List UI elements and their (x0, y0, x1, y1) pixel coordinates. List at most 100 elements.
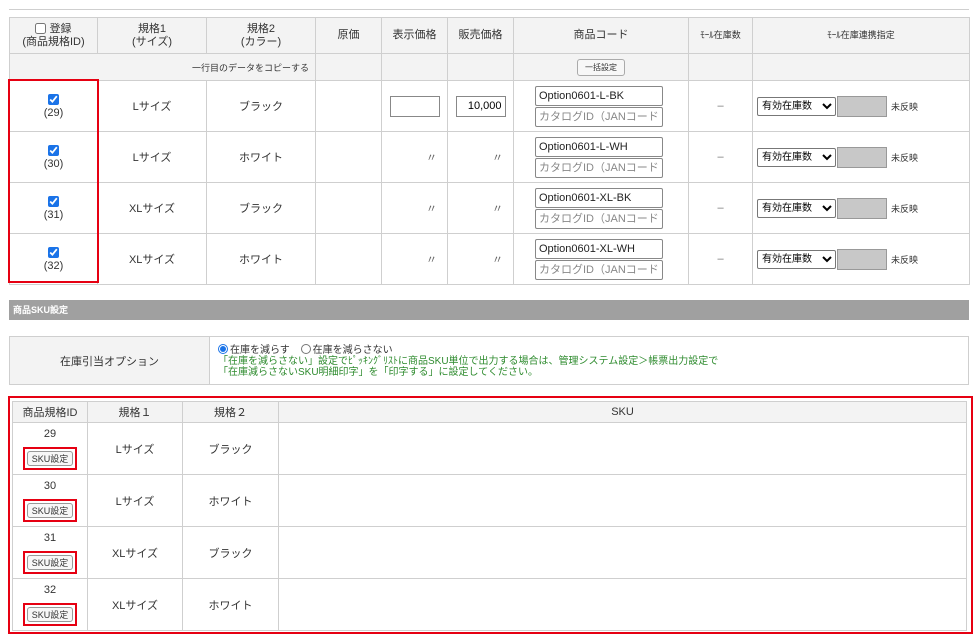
catalog-id-input[interactable] (535, 157, 663, 178)
spec1-sub-label: (サイズ) (132, 35, 172, 48)
spec2-cell: ホワイト (206, 131, 316, 183)
sku-settings-button[interactable]: SKU設定 (26, 503, 74, 518)
mall-stock-link-cell: 有効在庫数 未反映 (752, 80, 970, 132)
reduce-stock-radio[interactable] (218, 343, 228, 354)
sale-price-input[interactable] (455, 95, 506, 117)
catalog-id-input[interactable] (535, 259, 663, 280)
sku-spec2-cell: ブラック (182, 526, 279, 579)
sku-spec1-cell: Lサイズ (87, 474, 183, 527)
sku-spec2-cell: ブラック (182, 422, 279, 475)
bulk-set-button[interactable]: 一括設定 (577, 58, 625, 76)
stock-option-row: 在庫引当オプション 在庫を減らす 在庫を減らさない 「在庫を減らさない」設定でﾋ… (9, 336, 969, 385)
sale-price-cell (447, 80, 514, 132)
sku-spec2-cell: ホワイト (182, 578, 279, 631)
stock-option-table: 在庫引当オプション 在庫を減らす 在庫を減らさない 「在庫を減らさない」設定でﾋ… (9, 336, 969, 385)
sync-status: 未反映 (891, 152, 919, 163)
mall-stock-link-cell: 有効在庫数 未反映 (752, 233, 970, 285)
mall-stock-cell: – (688, 131, 753, 183)
variant-table: 登録 (商品規格ID) 規格1 (サイズ) 規格2 (カラー) 原価 表示価格 販売… (9, 17, 970, 285)
copy-row: 一行目のデータをコピーする 一括設定 (9, 53, 970, 81)
sku-table: 商品規格ID 規格１ 規格２ SKU 29 SKU設定 Lサイズ ブラック 30 S… (12, 401, 967, 631)
spec1-header: 規格1 (サイズ) (97, 17, 207, 54)
stock-option-body: 在庫を減らす 在庫を減らさない 「在庫を減らさない」設定でﾋﾟｯｷﾝｸﾞﾘｽﾄに… (209, 336, 969, 385)
not-reduce-stock-radio[interactable] (300, 343, 311, 354)
spec1-cell: XLサイズ (97, 233, 207, 285)
sku-value-cell (278, 578, 967, 631)
display-price-cell: 〃 (381, 131, 448, 183)
product-code-input[interactable] (535, 187, 663, 208)
stock-value-box[interactable] (837, 146, 887, 168)
register-cell: (30) (9, 131, 98, 183)
stock-type-select[interactable]: 有効在庫数 (757, 147, 836, 167)
product-code-input[interactable] (535, 85, 663, 106)
register-checkbox[interactable] (48, 247, 59, 259)
sku-value-cell (278, 422, 967, 475)
catalog-id-input[interactable] (535, 208, 663, 229)
stock-type-select[interactable]: 有効在庫数 (757, 198, 836, 218)
not-reduce-stock-label: 在庫を減らさない (312, 344, 393, 356)
variant-id: (31) (43, 208, 64, 221)
product-code-cell (513, 233, 689, 285)
display-price-header: 表示価格 (381, 17, 448, 54)
variant-row: (30) Lサイズ ホワイト 〃 〃 – 有効在庫数 未反映 (9, 131, 970, 183)
sku-id-cell: 30 SKU設定 (12, 474, 88, 527)
register-checkbox[interactable] (48, 94, 59, 106)
register-sub-label: (商品規格ID) (22, 35, 85, 48)
sku-spec2-cell: ホワイト (182, 474, 279, 527)
spec1-cell: Lサイズ (97, 80, 207, 132)
sale-price-cell: 〃 (447, 182, 514, 234)
register-label: 登録 (49, 22, 72, 35)
copy-cell-display (381, 53, 448, 81)
sale-price-cell: 〃 (447, 131, 514, 183)
variant-row: (29) Lサイズ ブラック – 有効在庫数 未反映 (9, 80, 970, 132)
sku-id-cell: 31 SKU設定 (12, 526, 88, 579)
cost-cell (315, 182, 382, 234)
product-code-input[interactable] (535, 136, 663, 157)
variant-header-row: 登録 (商品規格ID) 規格1 (サイズ) 規格2 (カラー) 原価 表示価格 販売… (9, 17, 970, 54)
mall-stock-link-header: ﾓｰﾙ在庫連携指定 (752, 17, 970, 54)
sku-id: 29 (43, 428, 57, 440)
register-checkbox[interactable] (48, 196, 59, 208)
register-checkbox[interactable] (48, 145, 59, 157)
stock-type-select[interactable]: 有効在庫数 (757, 96, 836, 116)
stock-value-box[interactable] (837, 197, 887, 219)
copy-first-row-link[interactable]: 一行目のデータをコピーする (9, 53, 316, 81)
stock-type-select[interactable]: 有効在庫数 (757, 249, 836, 269)
register-cell: (29) (9, 80, 98, 132)
stock-value-box[interactable] (837, 248, 887, 270)
product-code-input[interactable] (535, 238, 663, 259)
sku-id: 32 (43, 584, 57, 596)
spec2-header: 規格2 (カラー) (206, 17, 316, 54)
register-all-checkbox[interactable] (35, 23, 47, 35)
sku-row: 31 SKU設定 XLサイズ ブラック (12, 526, 967, 579)
display-price-input[interactable] (389, 95, 440, 117)
sync-status: 未反映 (891, 101, 919, 112)
sku-spec1-cell: Lサイズ (87, 422, 183, 475)
reduce-stock-option[interactable]: 在庫を減らす (218, 343, 298, 356)
not-reduce-stock-option[interactable]: 在庫を減らさない (300, 343, 401, 356)
sku-id: 31 (43, 532, 57, 544)
sync-status: 未反映 (891, 203, 919, 214)
sku-value-cell (278, 526, 967, 579)
sku-spec1-cell: XLサイズ (87, 578, 183, 631)
copy-cell-code: 一括設定 (513, 53, 689, 81)
product-code-cell (513, 182, 689, 234)
sku-button-highlight: SKU設定 (22, 603, 78, 626)
display-price-cell (381, 80, 448, 132)
cost-cell (315, 131, 382, 183)
spec2-label: 規格2 (246, 22, 276, 35)
sku-settings-button[interactable]: SKU設定 (26, 607, 74, 622)
sku-spec1-cell: XLサイズ (87, 526, 183, 579)
sku-settings-button[interactable]: SKU設定 (26, 451, 74, 466)
stock-value-box[interactable] (837, 95, 887, 117)
sku-id-cell: 32 SKU設定 (12, 578, 88, 631)
variant-row: (32) XLサイズ ホワイト 〃 〃 – 有効在庫数 未反映 (9, 233, 970, 285)
copy-cell-stock (688, 53, 753, 81)
mall-stock-header: ﾓｰﾙ在庫数 (688, 17, 753, 54)
sku-settings-button[interactable]: SKU設定 (26, 555, 74, 570)
sku-id-header: 商品規格ID (12, 401, 88, 423)
sku-spec1-header: 規格１ (87, 401, 183, 423)
catalog-id-input[interactable] (535, 106, 663, 127)
spec1-cell: XLサイズ (97, 182, 207, 234)
spec1-cell: Lサイズ (97, 131, 207, 183)
